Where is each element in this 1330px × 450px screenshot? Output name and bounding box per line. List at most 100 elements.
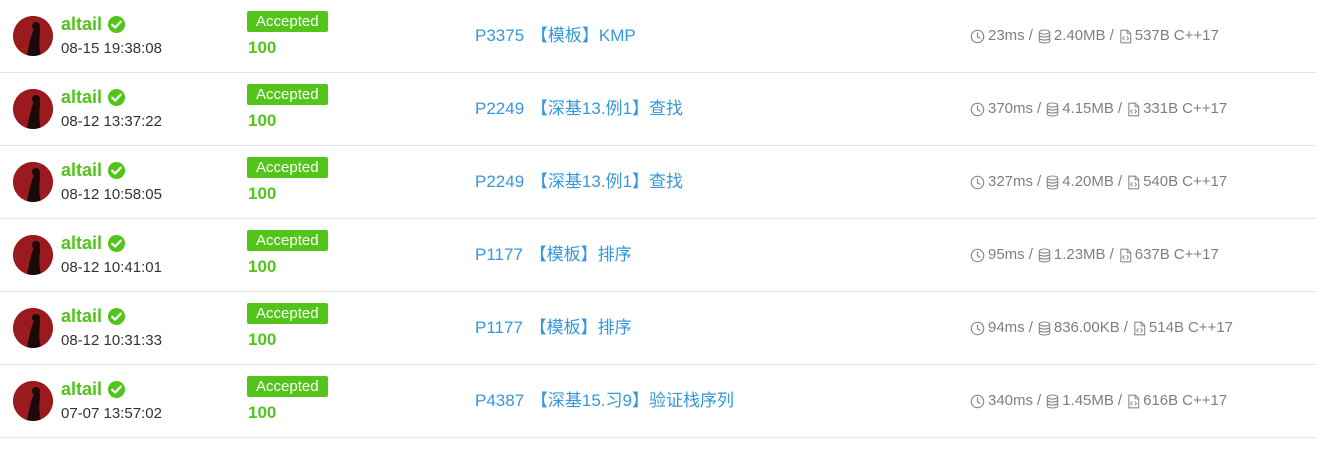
- code-size: 540B: [1143, 173, 1179, 190]
- username: altail: [61, 379, 103, 399]
- score: 100: [248, 330, 277, 349]
- submission-row: altail 08-12 10:41:01 Accepted 100 P1177…: [0, 219, 1316, 292]
- separator: /: [1037, 392, 1042, 409]
- code-size: 637B: [1134, 246, 1170, 263]
- runtime: 94ms: [988, 319, 1025, 336]
- username-link[interactable]: altail: [61, 13, 126, 35]
- problem-title: 【模板】排序: [529, 245, 632, 264]
- clock-icon: [970, 175, 985, 190]
- submission-meta: 340ms / 1.45MB / 616B C++17: [970, 390, 1227, 412]
- username: altail: [61, 160, 103, 180]
- clock-icon: [970, 321, 985, 336]
- separator: /: [1037, 100, 1042, 117]
- verified-check-icon: [107, 380, 126, 399]
- language: C++17: [1173, 246, 1219, 263]
- avatar[interactable]: [13, 162, 53, 202]
- memory: 4.20MB: [1062, 173, 1114, 190]
- avatar[interactable]: [13, 235, 53, 275]
- submit-time: 08-12 13:37:22: [61, 113, 162, 130]
- username-link[interactable]: altail: [61, 378, 126, 400]
- submit-time: 07-07 13:57:02: [61, 405, 162, 422]
- separator: /: [1109, 27, 1114, 44]
- separator: /: [1117, 392, 1123, 409]
- submit-time: 08-12 10:31:33: [61, 332, 162, 349]
- submission-meta: 95ms / 1.23MB / 637B C++17: [970, 244, 1219, 266]
- verified-check-icon: [107, 234, 126, 253]
- username-link[interactable]: altail: [61, 86, 126, 108]
- status-badge[interactable]: Accepted: [247, 11, 328, 32]
- runtime: 340ms: [988, 392, 1034, 409]
- separator: /: [1028, 246, 1033, 263]
- language: C++17: [1182, 173, 1228, 190]
- problem-link[interactable]: P2249 【深基13.例1】查找: [475, 171, 683, 193]
- separator: /: [1028, 27, 1033, 44]
- database-icon: [1046, 174, 1059, 190]
- status-badge[interactable]: Accepted: [247, 84, 328, 105]
- avatar[interactable]: [13, 381, 53, 421]
- file-code-icon: [1127, 102, 1140, 117]
- clock-icon: [970, 394, 985, 409]
- username: altail: [61, 233, 103, 253]
- database-icon: [1038, 28, 1051, 44]
- separator: /: [1109, 246, 1114, 263]
- username: altail: [61, 306, 103, 326]
- avatar[interactable]: [13, 16, 53, 56]
- submit-time: 08-12 10:41:01: [61, 259, 162, 276]
- status-badge[interactable]: Accepted: [247, 376, 328, 397]
- avatar[interactable]: [13, 308, 53, 348]
- submission-meta: 23ms / 2.40MB / 537B C++17: [970, 25, 1219, 47]
- problem-id: P1177: [475, 318, 523, 337]
- memory: 1.23MB: [1053, 246, 1106, 263]
- separator: /: [1117, 100, 1123, 117]
- username-link[interactable]: altail: [61, 232, 126, 254]
- submit-time: 08-12 10:58:05: [61, 186, 162, 203]
- database-icon: [1046, 393, 1059, 409]
- verified-check-icon: [107, 161, 126, 180]
- memory: 1.45MB: [1062, 392, 1114, 409]
- submit-time: 08-15 19:38:08: [61, 40, 162, 57]
- problem-title: 【深基13.例1】查找: [530, 99, 683, 118]
- problem-link[interactable]: P3375 【模板】KMP: [475, 25, 636, 47]
- memory: 836.00KB: [1053, 319, 1120, 336]
- problem-title: 【深基13.例1】查找: [530, 172, 683, 191]
- separator: /: [1037, 173, 1042, 190]
- code-size: 331B: [1143, 100, 1179, 117]
- problem-link[interactable]: P4387 【深基15.习9】验证栈序列: [475, 390, 734, 412]
- verified-check-icon: [107, 15, 126, 34]
- file-code-icon: [1133, 321, 1146, 336]
- submission-row: altail 08-12 13:37:22 Accepted 100 P2249…: [0, 73, 1316, 146]
- clock-icon: [970, 248, 985, 263]
- status-badge[interactable]: Accepted: [247, 230, 328, 251]
- status-badge[interactable]: Accepted: [247, 303, 328, 324]
- file-code-icon: [1119, 248, 1132, 263]
- submission-row: altail 08-12 10:31:33 Accepted 100 P1177…: [0, 292, 1316, 365]
- avatar[interactable]: [13, 89, 53, 129]
- problem-id: P4387: [475, 391, 525, 410]
- memory: 4.15MB: [1062, 100, 1114, 117]
- submission-row: altail 08-12 10:58:05 Accepted 100 P2249…: [0, 146, 1316, 219]
- clock-icon: [970, 102, 985, 117]
- runtime: 23ms: [988, 27, 1025, 44]
- status-badge[interactable]: Accepted: [247, 157, 328, 178]
- code-size: 616B: [1143, 392, 1179, 409]
- score: 100: [248, 111, 277, 130]
- problem-id: P2249: [475, 99, 525, 118]
- problem-title: 【深基15.习9】验证栈序列: [530, 391, 734, 410]
- problem-link[interactable]: P2249 【深基13.例1】查找: [475, 98, 683, 120]
- file-code-icon: [1127, 175, 1140, 190]
- submission-meta: 370ms / 4.15MB / 331B C++17: [970, 98, 1227, 120]
- file-code-icon: [1127, 394, 1140, 409]
- runtime: 327ms: [988, 173, 1034, 190]
- language: C++17: [1173, 27, 1219, 44]
- score: 100: [248, 184, 277, 203]
- separator: /: [1123, 319, 1128, 336]
- username-link[interactable]: altail: [61, 159, 126, 181]
- score: 100: [248, 38, 277, 57]
- score: 100: [248, 403, 277, 422]
- problem-id: P1177: [475, 245, 523, 264]
- username-link[interactable]: altail: [61, 305, 126, 327]
- problem-link[interactable]: P1177 【模板】排序: [475, 317, 632, 339]
- problem-link[interactable]: P1177 【模板】排序: [475, 244, 632, 266]
- runtime: 370ms: [988, 100, 1034, 117]
- language: C++17: [1182, 392, 1228, 409]
